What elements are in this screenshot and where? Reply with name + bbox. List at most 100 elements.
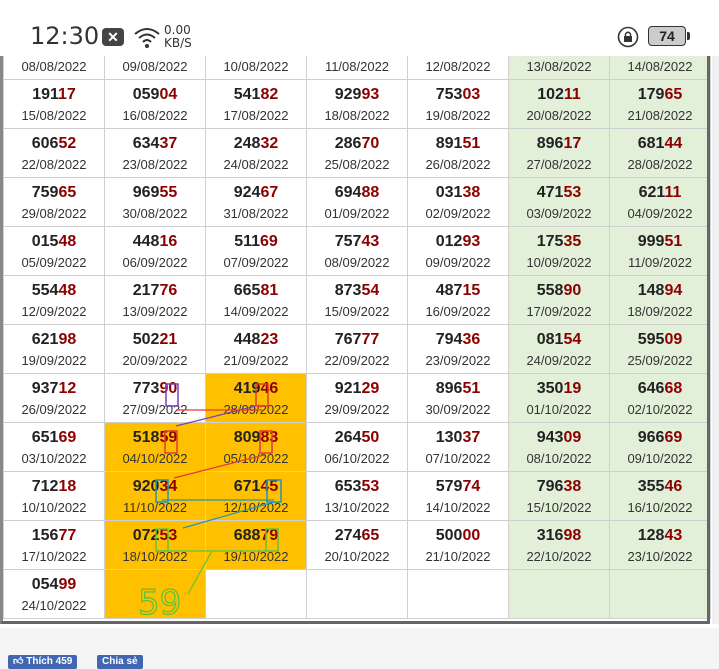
result-cell: 08154 24/09/2022 [508,324,610,374]
number-tail: 17 [563,134,582,152]
result-cell: 28670 25/08/2022 [306,128,408,178]
number-head: 518 [132,428,160,446]
result-number: 55448 [4,281,104,301]
number-tail: 69 [58,428,77,446]
result-number: 79436 [408,330,508,350]
result-date: 19/10/2022 [223,548,289,564]
result-number: 65353 [307,477,407,497]
result-cell: 05904 16/08/2022 [104,79,206,129]
result-date: 17/10/2022 [21,548,87,564]
result-number: 19117 [4,85,104,105]
number-tail: 35 [563,232,582,250]
number-tail: 55 [159,183,178,201]
result-date: 19/08/2022 [425,107,491,123]
result-cell: 94309 08/10/2022 [508,422,610,472]
result-cell: 44816 06/09/2022 [104,226,206,276]
result-cell: 93712 26/09/2022 [3,373,105,423]
network-speed: 0.00 KB/S [164,24,192,50]
number-tail: 46 [260,379,279,397]
result-date: 24/09/2022 [526,352,592,368]
result-cell: 75303 19/08/2022 [407,79,509,129]
scroll-track[interactable] [712,52,719,624]
number-head: 873 [334,281,362,299]
number-tail: 90 [563,281,582,299]
result-number: 51169 [206,232,306,252]
number-head: 128 [637,526,665,544]
result-date: 18/08/2022 [324,107,390,123]
result-cell: 75965 29/08/2022 [3,177,105,227]
number-head: 665 [233,281,261,299]
number-head: 621 [31,330,59,348]
number-head: 554 [31,281,59,299]
result-date: 08/09/2022 [324,254,390,270]
result-date: 01/09/2022 [324,205,390,221]
number-head: 999 [637,232,665,250]
facebook-share-button[interactable]: Chia sẻ [97,655,143,669]
result-date: 04/10/2022 [122,450,188,466]
result-number: 12843 [610,526,710,546]
result-cell: 41946 28/09/2022 [205,373,307,423]
number-head: 634 [132,134,160,152]
result-number: 92034 [105,477,205,497]
result-cell: 68879 19/10/2022 [205,520,307,570]
number-tail: 38 [563,477,582,495]
number-head: 541 [233,85,261,103]
result-date: 15/10/2022 [526,499,592,515]
number-head: 924 [233,183,261,201]
status-bar: 12:30 ✕ 0.00 KB/S 74 [0,0,719,56]
result-date: 23/09/2022 [425,352,491,368]
table-row: 71218 10/10/2022 92034 11/10/2022 67145 12/10… [3,471,711,521]
number-head: 355 [637,477,665,495]
number-tail: 16 [159,232,178,250]
number-head: 773 [132,379,160,397]
result-cell: 76777 22/09/2022 [306,324,408,374]
result-date: 14/10/2022 [425,499,491,515]
facebook-like-button[interactable]: 👍︎ Thích 459 [8,655,78,669]
number-tail: 99 [58,575,77,593]
result-date: 24/08/2022 [223,156,289,172]
number-tail: 43 [664,526,683,544]
result-cell: 10211 20/08/2022 [508,79,610,129]
number-head: 796 [536,477,564,495]
result-date: 02/10/2022 [627,401,693,417]
result-cell: 87354 15/09/2022 [306,275,408,325]
result-date: 13/09/2022 [122,303,188,319]
result-number: 62111 [610,183,710,203]
result-number: 44823 [206,330,306,350]
number-tail: 83 [260,428,279,446]
number-tail: 51 [664,232,683,250]
number-tail: 53 [563,183,582,201]
number-tail: 53 [159,526,178,544]
result-date: 20/10/2022 [324,548,390,564]
result-number: 77390 [105,379,205,399]
number-head: 920 [132,477,160,495]
result-cell: 71218 10/10/2022 [3,471,105,521]
number-head: 606 [31,134,59,152]
number-head: 595 [637,330,665,348]
number-head: 448 [132,232,160,250]
number-tail: 70 [361,134,380,152]
number-head: 681 [637,134,665,152]
number-tail: 21 [159,330,178,348]
number-head: 794 [435,330,463,348]
result-cell: 44823 21/09/2022 [205,324,307,374]
result-cell [609,569,711,619]
number-head: 757 [334,232,362,250]
result-date: 07/10/2022 [425,450,491,466]
result-date: 06/09/2022 [122,254,188,270]
result-number: 08154 [509,330,609,350]
result-cell: 65353 13/10/2022 [306,471,408,521]
result-date: 18/09/2022 [627,303,693,319]
number-tail: 51 [462,134,481,152]
result-grid: 7082108/08/20220018009/08/20224211910/08… [3,30,711,619]
result-date: 16/09/2022 [425,303,491,319]
result-number: 47153 [509,183,609,203]
result-number: 35546 [610,477,710,497]
number-head: 651 [31,428,59,446]
result-number: 64668 [610,379,710,399]
result-cell: 03138 02/09/2022 [407,177,509,227]
number-head: 759 [31,183,59,201]
result-cell [306,569,408,619]
result-number: 57974 [408,477,508,497]
result-cell: 19117 15/08/2022 [3,79,105,129]
